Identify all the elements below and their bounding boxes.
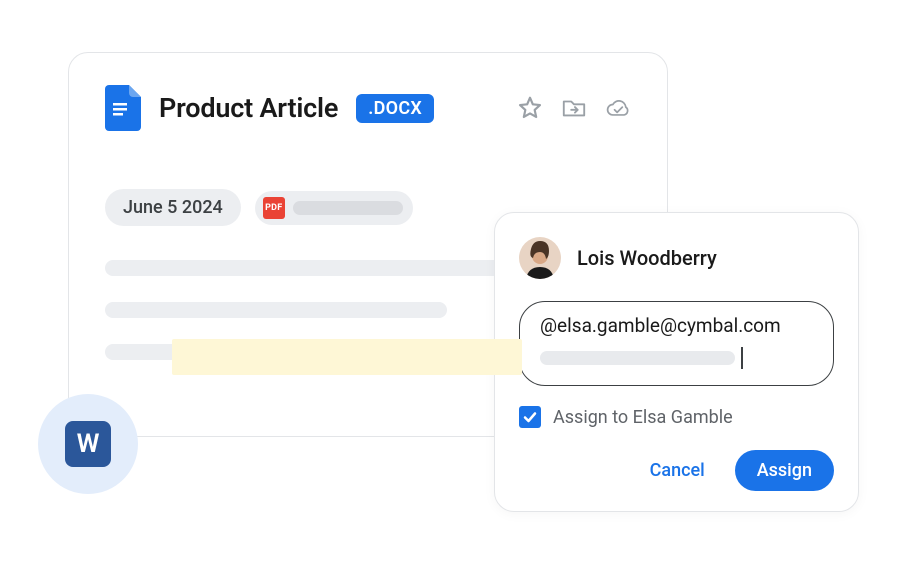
comment-input[interactable]: @elsa.gamble@cymbal.com	[519, 301, 834, 386]
doc-title: Product Article	[159, 92, 338, 124]
assign-button[interactable]: Assign	[735, 450, 834, 491]
cloud-sync-icon[interactable]	[605, 95, 631, 121]
pdf-icon: PDF	[263, 197, 285, 219]
cancel-button[interactable]: Cancel	[628, 450, 727, 491]
text-cursor	[741, 347, 743, 369]
docs-file-icon	[105, 85, 141, 131]
doc-text-line	[105, 302, 447, 318]
author-name: Lois Woodberry	[577, 246, 717, 270]
word-app-icon: W	[65, 421, 111, 467]
author-avatar	[519, 237, 561, 279]
move-to-folder-icon[interactable]	[561, 95, 587, 121]
word-app-circle: W	[38, 394, 138, 494]
popup-actions: Cancel Assign	[519, 450, 834, 491]
doc-header: Product Article .DOCX	[105, 85, 631, 131]
file-extension-badge: .DOCX	[356, 94, 434, 123]
comment-input-line2	[540, 347, 813, 369]
pdf-chip[interactable]: PDF	[255, 191, 413, 225]
assign-popup: Lois Woodberry @elsa.gamble@cymbal.com A…	[494, 212, 859, 512]
assign-checkbox[interactable]	[519, 406, 541, 428]
date-chip[interactable]: June 5 2024	[105, 189, 241, 226]
pdf-chip-placeholder	[293, 201, 403, 215]
popup-header: Lois Woodberry	[519, 237, 834, 279]
comment-placeholder-line	[540, 351, 735, 365]
doc-header-actions	[517, 95, 631, 121]
mention-text: @elsa.gamble@cymbal.com	[540, 314, 813, 337]
star-icon[interactable]	[517, 95, 543, 121]
assign-checkbox-row[interactable]: Assign to Elsa Gamble	[519, 406, 834, 428]
comment-highlight	[172, 339, 522, 375]
assign-checkbox-label: Assign to Elsa Gamble	[553, 407, 733, 428]
